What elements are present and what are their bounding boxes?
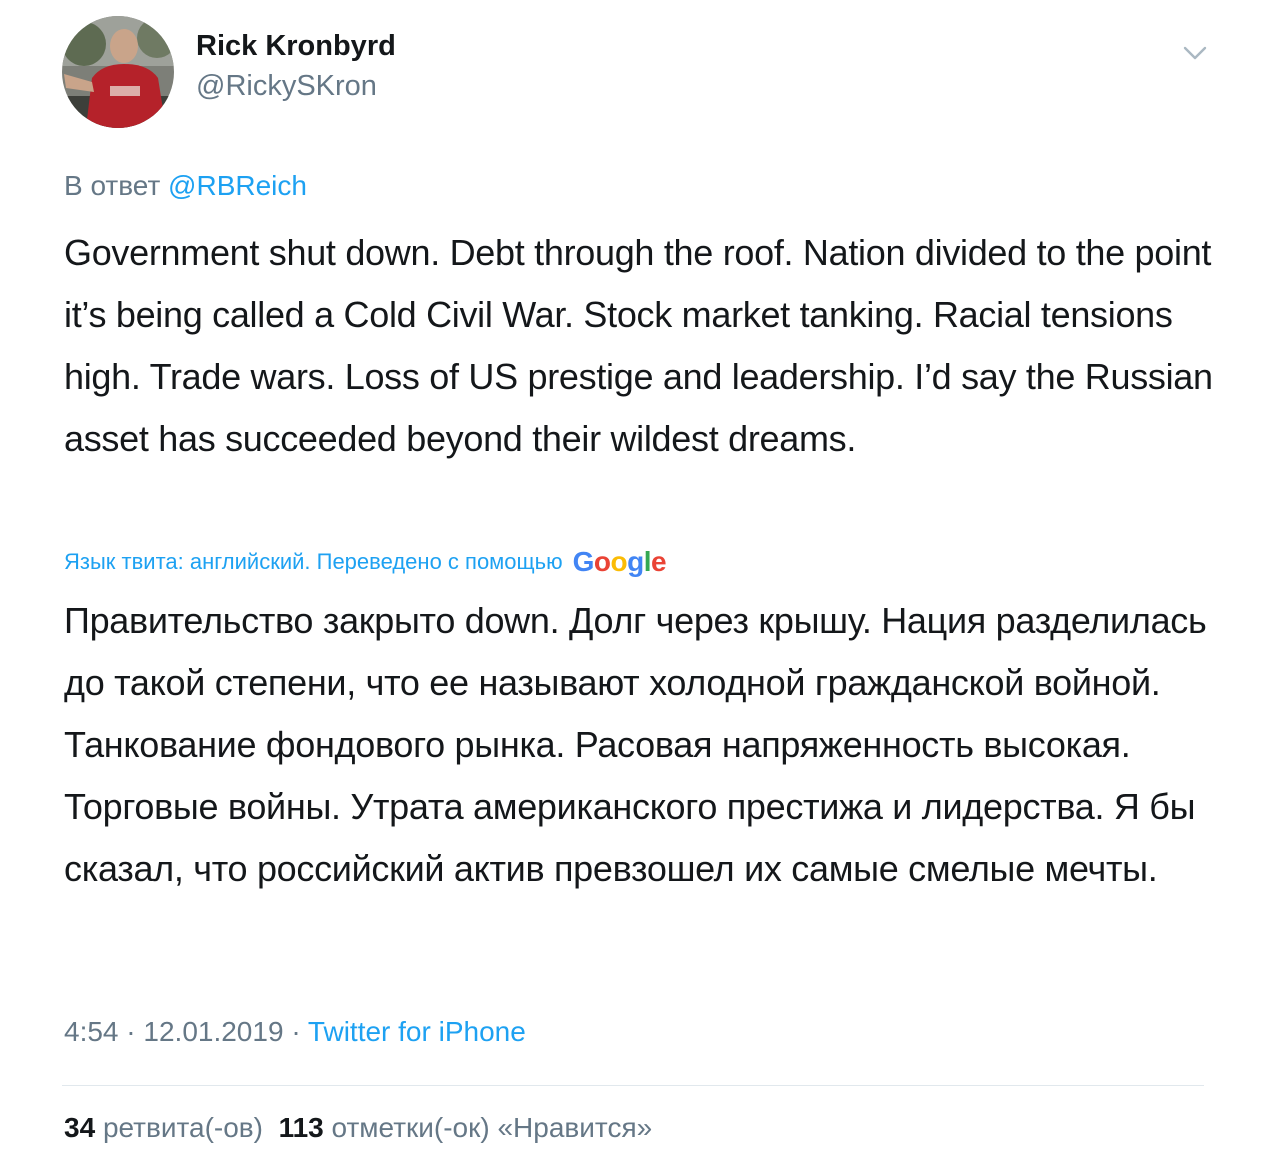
translated-text: Правительство закрыто down. Долг через к… xyxy=(64,600,1207,889)
tweet-stats: 34 ретвита(-ов) 113 отметки(-ок) «Нравит… xyxy=(64,1112,652,1144)
tweet-meta: 4:54 · 12.01.2019 · Twitter for iPhone xyxy=(64,1016,526,1048)
tweet-detail: Rick Kronbyrd @RickySKron В ответ @RBRei… xyxy=(0,0,1280,1160)
meta-separator: · xyxy=(126,1016,136,1047)
tweet-source-link[interactable]: Twitter for iPhone xyxy=(308,1016,526,1047)
likes-label: отметки(-ок) «Нравится» xyxy=(331,1112,653,1143)
tweet-text: Government shut down. Debt through the r… xyxy=(64,232,1213,459)
reply-mention-link[interactable]: @RBReich xyxy=(168,170,307,201)
chevron-down-icon[interactable] xyxy=(1180,38,1210,68)
tweet-date: 12.01.2019 xyxy=(143,1016,284,1047)
author-handle[interactable]: @RickySKron xyxy=(196,70,377,103)
tweet-time: 4:54 xyxy=(64,1016,119,1047)
translation-label: Язык твита: английский. Переведено с пом… xyxy=(64,549,563,574)
meta-separator: · xyxy=(291,1016,301,1047)
retweets-count: 34 xyxy=(64,1112,96,1143)
retweets-stat[interactable]: 34 ретвита(-ов) xyxy=(64,1112,263,1143)
translation-attribution[interactable]: Язык твита: английский. Переведено с пом… xyxy=(64,546,667,578)
divider xyxy=(62,1085,1204,1086)
user-photo-avatar[interactable] xyxy=(62,16,174,128)
likes-stat[interactable]: 113 отметки(-ок) «Нравится» xyxy=(279,1112,653,1143)
reply-context: В ответ @RBReich xyxy=(64,170,307,202)
likes-count: 113 xyxy=(278,1112,324,1143)
tweet-header: Rick Kronbyrd @RickySKron xyxy=(62,16,1212,128)
author-display-name[interactable]: Rick Kronbyrd xyxy=(196,30,396,63)
google-logo: Google xyxy=(572,546,667,577)
reply-prefix: В ответ xyxy=(64,170,161,201)
retweets-label: ретвита(-ов) xyxy=(102,1112,263,1143)
